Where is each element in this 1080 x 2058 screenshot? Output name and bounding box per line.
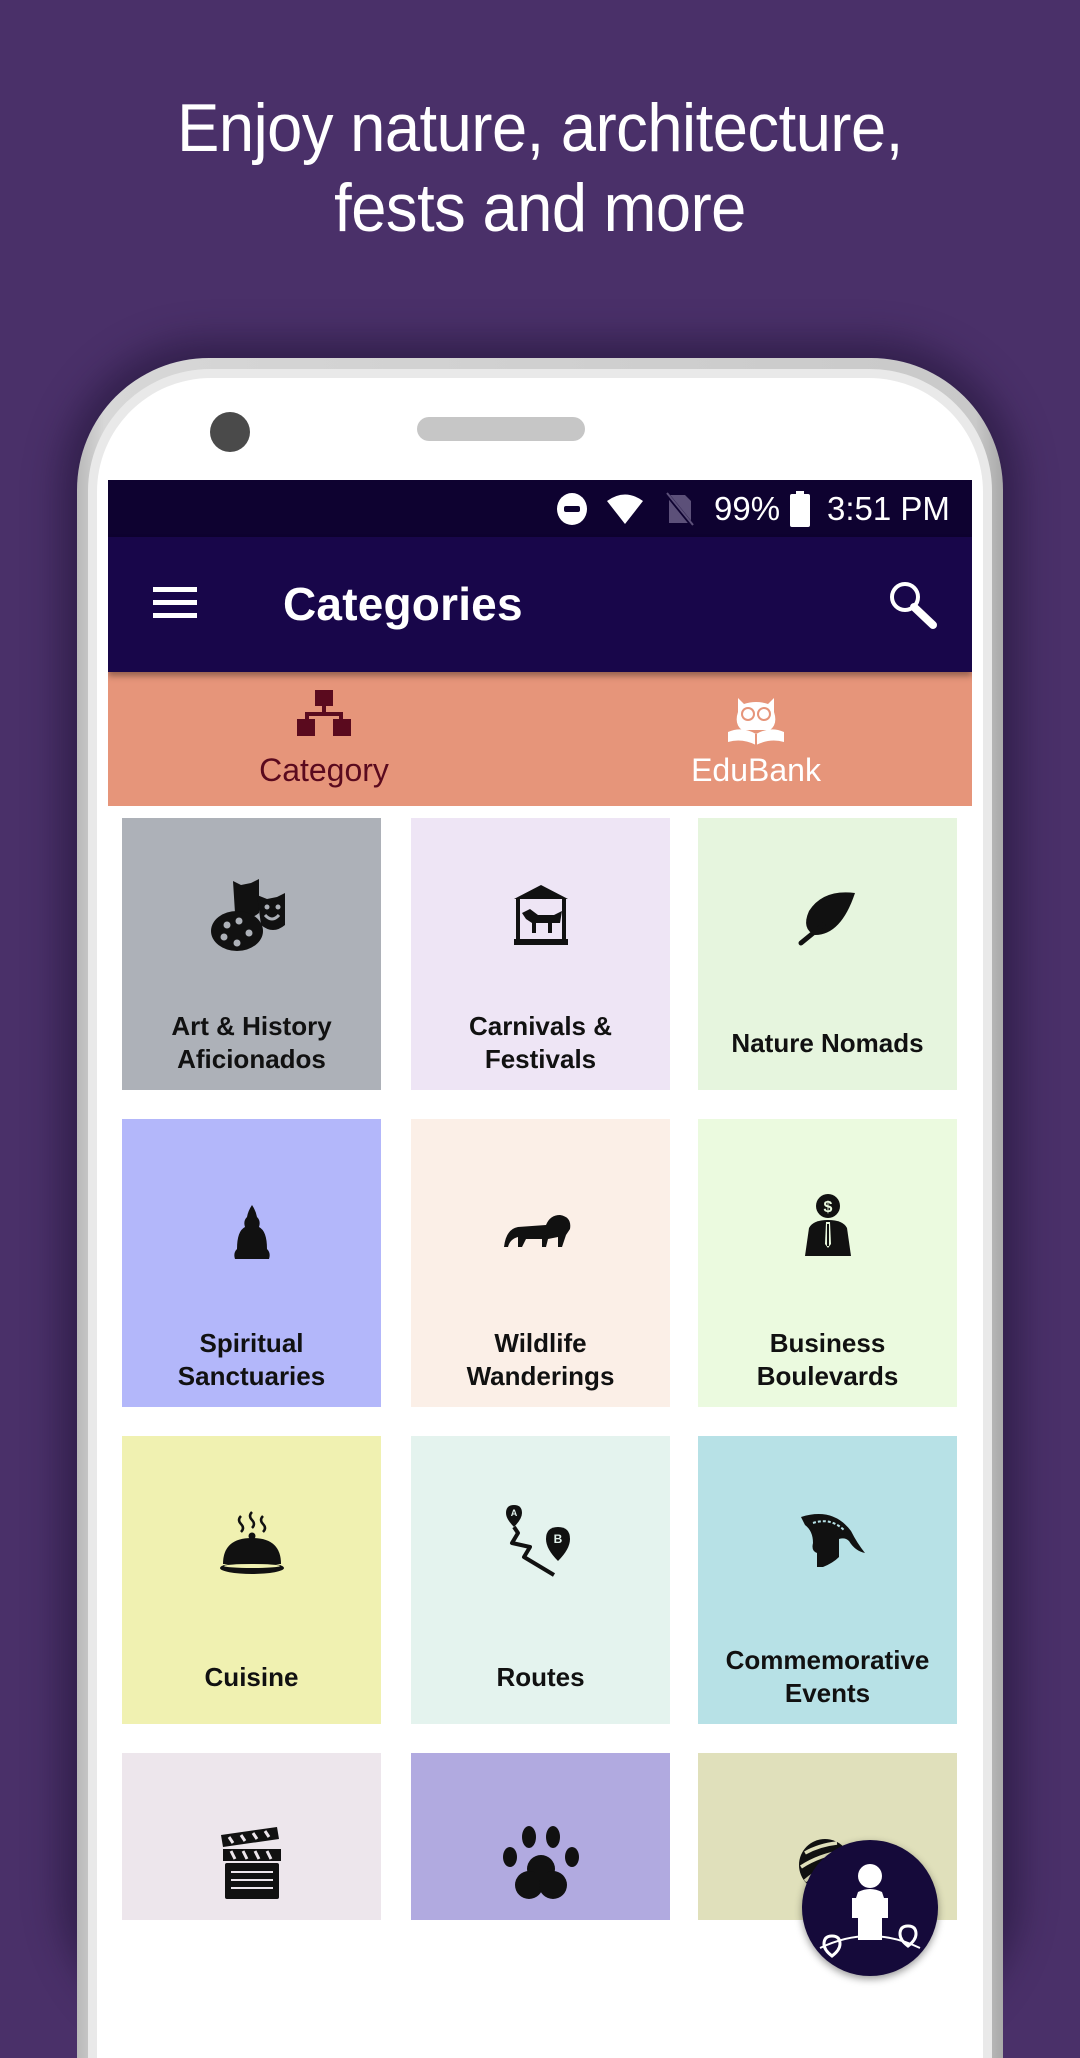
category-tile-wildlife[interactable]: Wildlife Wanderings (411, 1119, 670, 1407)
promo-headline-line1: Enjoy nature, architecture, (177, 90, 903, 166)
category-label: Commemorative Events (725, 1645, 930, 1708)
phone-screen: 99% 3:51 PM Categories Category EduBank … (108, 480, 972, 1920)
tab-edubank[interactable]: EduBank (540, 672, 972, 806)
hamburger-menu-button[interactable] (153, 587, 197, 623)
category-tile-routes[interactable]: A B Routes (411, 1436, 670, 1724)
person-locations-icon (819, 1864, 921, 1958)
hamburger-line (153, 613, 197, 618)
category-tile-commemorative[interactable]: Commemorative Events (698, 1436, 957, 1724)
leaf-icon (783, 873, 873, 963)
category-tile-art-history[interactable]: Art & History Aficionados (122, 818, 381, 1090)
promo-headline: Enjoy nature, architecture, fests and mo… (38, 88, 1042, 248)
category-label: Business Boulevards (756, 1328, 899, 1391)
category-grid: Art & History Aficionados Carnivals & Fe… (108, 806, 972, 1920)
svg-text:A: A (510, 1508, 517, 1518)
category-tile-movies[interactable] (122, 1753, 381, 1920)
category-tile-carnivals[interactable]: Carnivals & Festivals (411, 818, 670, 1090)
category-label: Art & History Aficionados (171, 1011, 332, 1074)
route-icon: A B (496, 1501, 586, 1591)
tab-bar: Category EduBank (108, 672, 972, 806)
cloche-icon (207, 1506, 297, 1596)
spartan-helmet-icon (783, 1501, 873, 1591)
businessman-icon: $ (783, 1184, 873, 1274)
category-label: Nature Nomads (731, 1027, 924, 1058)
category-label: Wildlife Wanderings (466, 1328, 615, 1391)
category-label: Cuisine (204, 1661, 299, 1692)
category-tile-business[interactable]: $ Business Boulevards (698, 1119, 957, 1407)
svg-text:B: B (553, 1532, 562, 1546)
theater-masks-palette-icon (207, 873, 297, 963)
clock-time: 3:51 PM (827, 489, 950, 527)
status-bar: 99% 3:51 PM (108, 480, 972, 537)
search-button[interactable] (878, 573, 948, 637)
buddha-icon (207, 1189, 297, 1279)
tab-category-label: Category (259, 752, 389, 788)
clapperboard-icon (207, 1823, 297, 1913)
category-label: Spiritual Sanctuaries (177, 1328, 326, 1391)
earpiece-speaker (417, 417, 585, 441)
owl-book-icon (726, 696, 786, 751)
tab-category[interactable]: Category (108, 672, 540, 806)
carousel-icon (496, 873, 586, 963)
battery-percent: 99% (714, 489, 781, 527)
front-camera (210, 412, 250, 452)
search-icon (890, 582, 937, 629)
category-tile-spiritual[interactable]: Spiritual Sanctuaries (122, 1119, 381, 1407)
promo-headline-line2: fests and more (334, 170, 746, 246)
category-label: Carnivals & Festivals (468, 1011, 613, 1074)
category-tile-nature[interactable]: Nature Nomads (698, 818, 957, 1090)
do-not-disturb-icon (555, 480, 589, 537)
app-bar: Categories (108, 537, 972, 672)
category-label: Routes (496, 1661, 585, 1692)
floating-action-button[interactable] (802, 1840, 938, 1976)
hamburger-menu-icon (153, 587, 197, 592)
category-tile-cuisine[interactable]: Cuisine (122, 1436, 381, 1724)
battery-icon (790, 480, 810, 537)
paw-icon (496, 1823, 586, 1913)
hierarchy-icon (297, 690, 351, 741)
hamburger-line (153, 600, 197, 605)
category-tile-pets[interactable] (411, 1753, 670, 1920)
svg-text:$: $ (823, 1199, 832, 1216)
lion-icon (496, 1189, 586, 1279)
page-title: Categories (283, 578, 523, 630)
wifi-icon (605, 480, 645, 537)
no-sim-icon (664, 480, 694, 537)
tab-edubank-label: EduBank (691, 752, 821, 788)
